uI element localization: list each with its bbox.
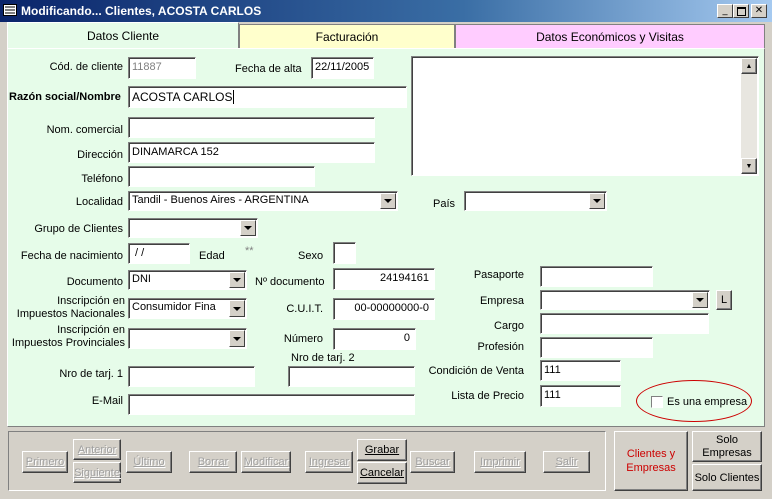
app-icon xyxy=(3,4,17,16)
chevron-down-icon[interactable] xyxy=(240,220,256,236)
chevron-down-icon[interactable] xyxy=(380,193,396,209)
cuit-field[interactable]: 00-00000000-0 xyxy=(333,298,435,320)
sexo-label: Sexo xyxy=(298,250,324,262)
imprimir-button[interactable]: Imprimir xyxy=(474,451,526,473)
razon-social-label: Razón social/Nombre xyxy=(9,91,121,103)
chevron-down-icon[interactable] xyxy=(692,292,708,308)
nom-comercial-label: Nom. comercial xyxy=(46,124,123,136)
nom-comercial-field[interactable] xyxy=(128,117,375,138)
chevron-down-icon[interactable] xyxy=(589,193,605,209)
buscar-button[interactable]: Buscar xyxy=(410,451,455,473)
pasaporte-label: Pasaporte xyxy=(473,269,524,281)
pais-select[interactable] xyxy=(464,191,607,211)
tab-datos-economicos[interactable]: Datos Económicos y Visitas xyxy=(455,24,765,48)
numero-label: Número xyxy=(283,333,323,345)
salir-button[interactable]: Salir xyxy=(543,451,590,473)
modificar-button[interactable]: Modificar xyxy=(241,451,291,473)
empresa-lookup-button[interactable]: L xyxy=(716,290,732,310)
cod-cliente-field[interactable]: 11887 xyxy=(128,57,196,79)
telefono-label: Teléfono xyxy=(81,173,123,185)
pasaporte-field[interactable] xyxy=(540,266,653,287)
chevron-down-icon[interactable] xyxy=(229,272,245,288)
fecha-alta-field[interactable]: 22/11/2005 xyxy=(311,57,374,79)
maximize-icon xyxy=(736,6,746,16)
cargo-label: Cargo xyxy=(494,320,524,332)
nro-documento-label: Nº documento xyxy=(255,276,325,288)
localidad-select[interactable]: Tandil - Buenos Aires - ARGENTINA xyxy=(128,191,398,211)
cancelar-button[interactable]: Cancelar xyxy=(357,462,407,484)
nro-tarj1-field[interactable] xyxy=(128,366,255,387)
window-title: Modificando... Clientes, ACOSTA CARLOS xyxy=(21,4,262,18)
nro-tarj1-label: Nro de tarj. 1 xyxy=(59,368,123,380)
primero-button[interactable]: Primero xyxy=(22,451,68,473)
empresa-select[interactable] xyxy=(540,290,710,310)
ingresar-button[interactable]: Ingresar xyxy=(305,451,353,473)
documento-select[interactable]: DNI xyxy=(128,270,247,290)
es-empresa-label: Es una empresa xyxy=(667,396,748,408)
direccion-field[interactable]: DINAMARCA 152 xyxy=(128,142,375,163)
grupo-clientes-label: Grupo de Clientes xyxy=(34,223,123,235)
numero-field[interactable]: 0 xyxy=(333,328,416,350)
email-field[interactable] xyxy=(128,394,415,415)
razon-social-field[interactable]: ACOSTA CARLOS xyxy=(128,86,407,108)
nro-tarj2-label: Nro de tarj. 2 xyxy=(291,352,355,364)
insc-provinciales-label: Inscripción en Impuestos Provinciales xyxy=(11,324,125,349)
title-bar: Modificando... Clientes, ACOSTA CARLOS xyxy=(0,0,772,22)
solo-empresas-button[interactable]: Solo Empresas xyxy=(692,431,762,462)
tab-datos-cliente[interactable]: Datos Cliente xyxy=(7,22,239,48)
ultimo-button[interactable]: Último xyxy=(126,451,172,473)
maximize-button[interactable] xyxy=(733,4,749,18)
localidad-label: Localidad xyxy=(75,196,123,208)
fecha-nacimiento-field[interactable]: / / xyxy=(128,243,190,264)
lista-precio-field[interactable]: 111 xyxy=(540,385,621,407)
chevron-down-icon[interactable] xyxy=(229,300,245,317)
nro-tarj2-field[interactable] xyxy=(288,366,415,387)
condicion-venta-label: Condición de Venta xyxy=(428,365,524,377)
empresa-label: Empresa xyxy=(479,295,524,307)
cod-cliente-label: Cód. de cliente xyxy=(49,61,123,73)
direccion-label: Dirección xyxy=(77,149,123,161)
email-label: E-Mail xyxy=(91,395,123,407)
insc-nacionales-label: Inscripción en Impuestos Nacionales xyxy=(16,295,125,320)
siguiente-button[interactable]: Siguiente xyxy=(73,462,121,483)
lista-precio-label: Lista de Precio xyxy=(451,390,524,402)
profesion-label: Profesión xyxy=(477,341,524,353)
es-empresa-checkbox[interactable] xyxy=(651,396,663,408)
anterior-button[interactable]: Anterior xyxy=(73,439,121,460)
edad-label: Edad xyxy=(199,250,225,262)
clientes-empresas-button[interactable]: Clientes y Empresas xyxy=(614,431,688,491)
documento-label: Documento xyxy=(66,276,123,288)
close-icon: ✕ xyxy=(754,5,764,16)
chevron-down-icon[interactable] xyxy=(229,330,245,347)
insc-provinciales-select[interactable] xyxy=(128,328,247,349)
grupo-clientes-select[interactable] xyxy=(128,218,258,238)
cargo-field[interactable] xyxy=(540,313,709,334)
notes-scrollbar[interactable]: ▲ ▼ xyxy=(741,58,757,174)
insc-nacionales-select[interactable]: Consumidor Fina xyxy=(128,298,247,319)
edad-value: ** xyxy=(245,245,254,257)
sexo-field[interactable] xyxy=(333,242,356,264)
solo-clientes-button[interactable]: Solo Clientes xyxy=(692,464,762,491)
fecha-nacimiento-label: Fecha de nacimiento xyxy=(20,250,123,262)
nro-documento-field[interactable]: 24194161 xyxy=(333,268,435,290)
fecha-alta-label: Fecha de alta xyxy=(235,63,302,75)
grabar-button[interactable]: Grabar xyxy=(357,439,407,461)
cuit-label: C.U.I.T. xyxy=(286,303,323,315)
profesion-field[interactable] xyxy=(540,337,653,358)
telefono-field[interactable] xyxy=(128,166,315,187)
condicion-venta-field[interactable]: 111 xyxy=(540,360,621,381)
borrar-button[interactable]: Borrar xyxy=(189,451,237,473)
notes-textarea[interactable] xyxy=(411,56,759,176)
scroll-down-icon[interactable]: ▼ xyxy=(741,158,757,174)
pais-label: País xyxy=(433,198,456,210)
scroll-up-icon[interactable]: ▲ xyxy=(741,58,757,74)
minimize-icon: _ xyxy=(722,5,728,16)
minimize-button[interactable]: _ xyxy=(717,4,733,18)
tab-facturacion[interactable]: Facturación xyxy=(239,24,455,48)
close-button[interactable]: ✕ xyxy=(751,4,767,18)
